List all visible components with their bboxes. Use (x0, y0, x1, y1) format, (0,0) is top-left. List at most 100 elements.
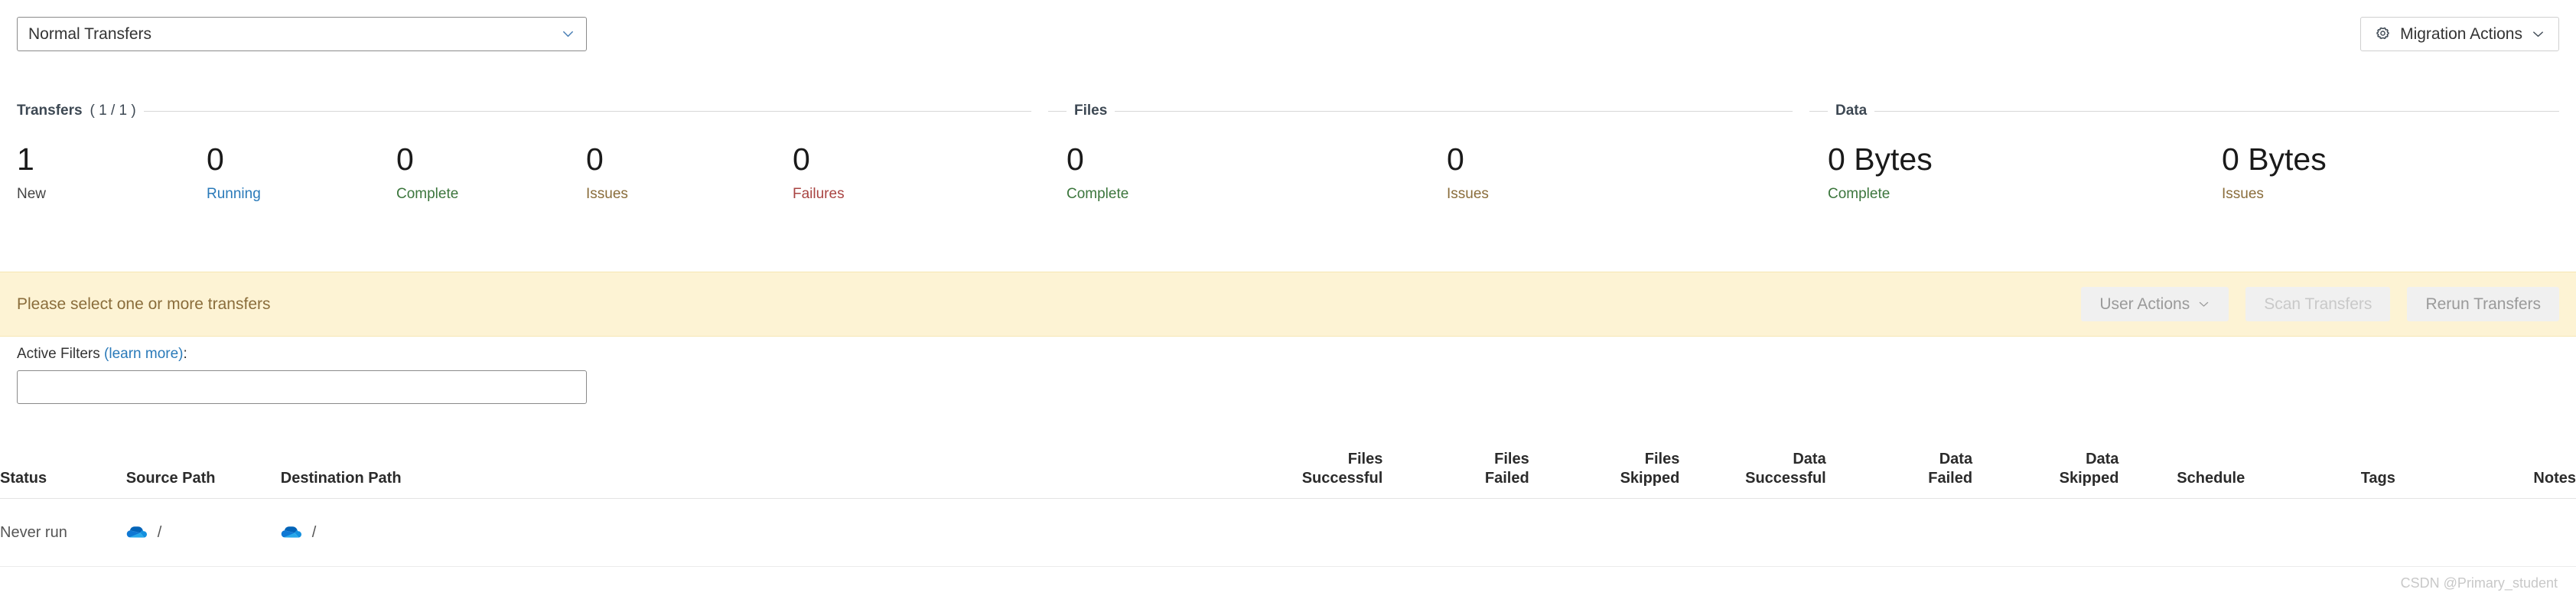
transfer-type-select[interactable]: Normal Transfers (17, 17, 587, 51)
stat-complete[interactable]: 0 Complete (396, 144, 586, 203)
cell-tags (2245, 498, 2395, 567)
stat-value: 0 Bytes (1828, 142, 1933, 177)
stat-label: Issues (586, 186, 628, 202)
cell-notes (2395, 498, 2576, 567)
stat-label: Complete (1828, 186, 1890, 202)
stat-files-issues[interactable]: 0 Issues (1447, 144, 1806, 203)
stat-failures[interactable]: 0 Failures (793, 144, 984, 203)
column-header-status[interactable]: Status (0, 450, 126, 499)
stat-value: 0 (396, 142, 414, 177)
toolbar: Normal Transfers Migration Actions (0, 0, 2576, 51)
group-title: Data (1835, 103, 1868, 119)
column-header-schedule[interactable]: Schedule (2118, 450, 2245, 499)
active-filters-text: Active Filters (17, 346, 105, 362)
migration-actions-label: Migration Actions (2400, 24, 2522, 43)
column-header-files-skipped[interactable]: Files Skipped (1529, 450, 1680, 499)
cell-files-skipped (1529, 498, 1680, 567)
learn-more-link[interactable]: (learn more) (104, 346, 183, 362)
stat-issues[interactable]: 0 Issues (586, 144, 793, 203)
stat-label: New (17, 186, 47, 202)
selection-alert-banner: Please select one or more transfers User… (0, 272, 2576, 337)
header-line1: Destination Path (280, 470, 402, 487)
stat-value: 0 (586, 142, 604, 177)
source-path-text: / (157, 523, 162, 541)
stat-data-issues[interactable]: 0 Bytes Issues (2222, 144, 2574, 203)
divider (1048, 110, 1067, 112)
header-line2: Skipped (1620, 470, 1680, 487)
stat-cells: 1 New 0 Running 0 Complete 0 Issues 0 Fa… (0, 144, 1048, 203)
active-filters-input[interactable] (17, 370, 587, 404)
column-header-source-path[interactable]: Source Path (125, 450, 281, 499)
stat-value: 0 (1067, 142, 1084, 177)
header-line2: Skipped (2059, 470, 2119, 487)
user-actions-label: User Actions (2099, 295, 2190, 313)
stat-label: Running (207, 186, 261, 202)
gear-icon (2374, 25, 2392, 43)
stat-label: Issues (2222, 186, 2264, 202)
cell-schedule (2118, 498, 2245, 567)
table-row[interactable]: Never run / / (0, 498, 2576, 567)
stat-value: 1 (17, 142, 34, 177)
header-line1: Files (1347, 451, 1383, 467)
migration-actions-button[interactable]: Migration Actions (2360, 17, 2559, 51)
rerun-transfers-label: Rerun Transfers (2425, 295, 2541, 313)
column-header-files-successful[interactable]: Files Successful (1167, 450, 1383, 499)
header-line1: Source Path (125, 470, 216, 487)
scan-transfers-button[interactable]: Scan Transfers (2245, 287, 2391, 321)
transfers-table: Status Source Path Destination Path File… (0, 450, 2576, 567)
column-header-destination-path[interactable]: Destination Path (280, 450, 1168, 499)
stat-label: Complete (396, 186, 459, 202)
column-header-data-failed[interactable]: Data Failed (1825, 450, 1973, 499)
alert-action-buttons: User Actions Scan Transfers Rerun Transf… (2081, 287, 2559, 321)
onedrive-cloud-icon (126, 522, 148, 543)
summary-group-transfers: Transfers ( 1 / 1 ) 1 New 0 Running 0 Co… (0, 99, 1048, 249)
stat-cells: 0 Complete 0 Issues (1048, 144, 1809, 203)
header-line2: Failed (1928, 470, 1973, 487)
stat-running[interactable]: 0 Running (207, 144, 396, 203)
user-actions-button[interactable]: User Actions (2081, 287, 2229, 321)
summary-stats: Transfers ( 1 / 1 ) 1 New 0 Running 0 Co… (0, 99, 2576, 249)
cell-data-failed (1825, 498, 1973, 567)
cell-source-path: / (125, 498, 281, 567)
cell-files-successful (1167, 498, 1383, 567)
header-line1: Tags (2360, 470, 2395, 487)
header-line1: Files (1644, 451, 1680, 467)
group-count: ( 1 / 1 ) (90, 103, 136, 119)
stat-value: 0 (207, 142, 224, 177)
destination-path-text: / (311, 523, 317, 541)
summary-group-files: Files 0 Complete 0 Issues (1048, 99, 1809, 249)
stat-cells: 0 Bytes Complete 0 Bytes Issues (1809, 144, 2576, 203)
summary-group-data: Data 0 Bytes Complete 0 Bytes Issues (1809, 99, 2576, 249)
header-line1: Data (1793, 451, 1826, 467)
column-header-data-successful[interactable]: Data Successful (1679, 450, 1826, 499)
stat-files-complete[interactable]: 0 Complete (1067, 144, 1447, 203)
group-header: Data (1809, 99, 2576, 122)
status-text: Never run (0, 523, 67, 541)
header-line1: Notes (2533, 470, 2576, 487)
cell-files-failed (1382, 498, 1529, 567)
column-header-tags[interactable]: Tags (2245, 450, 2395, 499)
group-header: Transfers ( 1 / 1 ) (0, 99, 1048, 122)
header-line1: Data (1939, 451, 1973, 467)
stat-new[interactable]: 1 New (17, 144, 207, 203)
cell-destination-path: / (280, 498, 1168, 567)
stat-label: Issues (1447, 186, 1489, 202)
cell-data-skipped (1972, 498, 2119, 567)
cell-status: Never run (0, 498, 126, 567)
stat-value: 0 (793, 142, 810, 177)
column-header-notes[interactable]: Notes (2395, 450, 2576, 499)
transfer-type-select-value: Normal Transfers (28, 24, 152, 43)
header-line1: Schedule (2177, 470, 2245, 487)
rerun-transfers-button[interactable]: Rerun Transfers (2407, 287, 2559, 321)
chevron-down-icon (2197, 298, 2210, 311)
scan-transfers-label: Scan Transfers (2264, 295, 2372, 313)
stat-data-complete[interactable]: 0 Bytes Complete (1828, 144, 2222, 203)
header-line1: Files (1494, 451, 1529, 467)
group-title: Files (1074, 103, 1108, 119)
divider (1115, 110, 1793, 112)
column-header-files-failed[interactable]: Files Failed (1382, 450, 1529, 499)
header-line1: Data (2086, 451, 2119, 467)
chevron-down-icon (561, 27, 575, 41)
header-line2: Successful (1301, 470, 1383, 487)
column-header-data-skipped[interactable]: Data Skipped (1972, 450, 2119, 499)
